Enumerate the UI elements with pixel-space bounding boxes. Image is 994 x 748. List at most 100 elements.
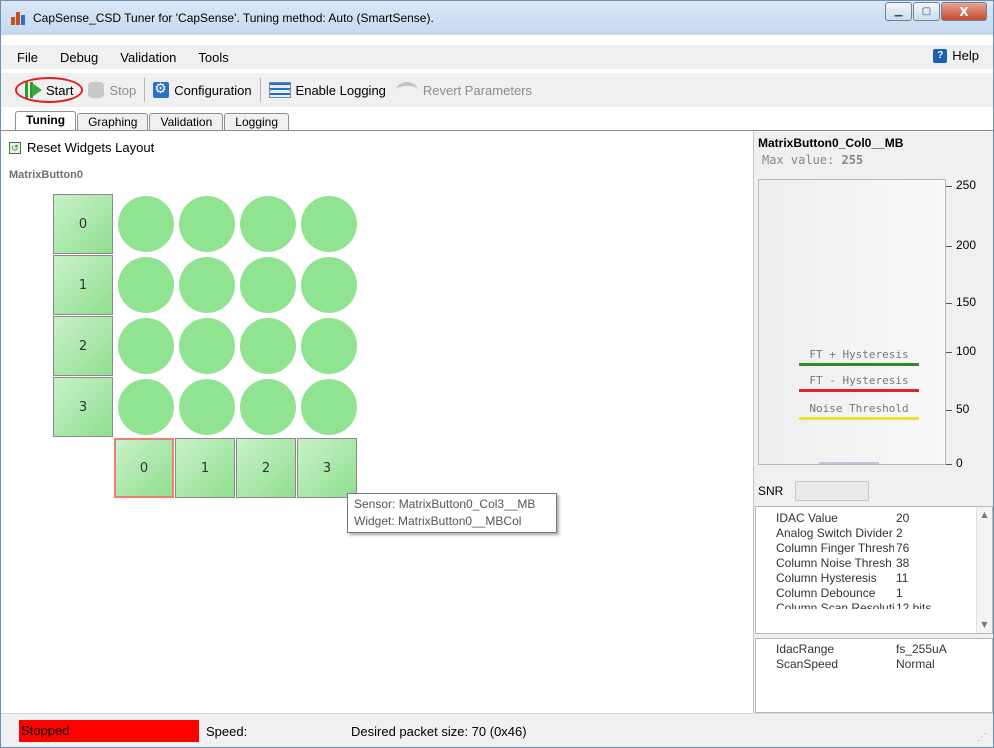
enable-logging-label: Enable Logging bbox=[295, 82, 386, 98]
stop-label: Stop bbox=[109, 82, 137, 98]
property-row[interactable]: ScanSpeed Normal bbox=[756, 657, 992, 672]
matrix-cell[interactable] bbox=[179, 196, 235, 252]
legend-label: FT - Hysteresis bbox=[809, 374, 909, 387]
tab-tuning[interactable]: Tuning bbox=[15, 111, 77, 131]
resize-grip-icon[interactable]: ⋰ bbox=[977, 732, 987, 743]
property-row[interactable]: Column Noise Thresh 38 bbox=[756, 556, 992, 571]
legend-noise-threshold: Noise Threshold bbox=[799, 402, 919, 420]
max-value-readout: Max value: 255 bbox=[762, 153, 863, 167]
axis-tick bbox=[946, 246, 952, 247]
matrix-cell[interactable] bbox=[118, 379, 174, 435]
axis-tick-label: 50 bbox=[956, 402, 970, 416]
matrix-cell[interactable] bbox=[240, 318, 296, 374]
maximize-button[interactable]: ▢ bbox=[913, 2, 940, 21]
start-button[interactable]: Start bbox=[15, 77, 84, 103]
column-button-2[interactable]: 2 bbox=[236, 438, 296, 498]
stop-button[interactable]: Stop bbox=[83, 77, 141, 103]
matrix-cell[interactable] bbox=[118, 318, 174, 374]
matrix-cell[interactable] bbox=[179, 379, 235, 435]
property-row[interactable]: Column Debounce 1 bbox=[756, 586, 992, 601]
snr-field bbox=[795, 481, 870, 501]
configuration-button[interactable]: Configuration bbox=[148, 77, 256, 103]
tuning-pane: ↺ Reset Widgets Layout MatrixButton0 0 1… bbox=[1, 131, 753, 713]
tab-strip: Tuning Graphing Validation Logging bbox=[15, 111, 290, 131]
property-row[interactable]: IDAC Value 20 bbox=[756, 511, 992, 526]
matrix-cell[interactable] bbox=[118, 257, 174, 313]
matrix-cell[interactable] bbox=[301, 196, 357, 252]
axis-tick-label: 150 bbox=[956, 295, 977, 309]
legend-line bbox=[799, 417, 919, 420]
global-properties-grid[interactable]: IdacRange fs_255uA ScanSpeed Normal bbox=[755, 638, 993, 713]
matrix-cell[interactable] bbox=[179, 257, 235, 313]
tab-graphing[interactable]: Graphing bbox=[77, 113, 149, 131]
app-window: CapSense_CSD Tuner for 'CapSense'. Tunin… bbox=[0, 0, 994, 748]
toolbar-separator bbox=[259, 78, 261, 102]
menu-file[interactable]: File bbox=[17, 50, 38, 65]
property-row[interactable]: Column Hysteresis 11 bbox=[756, 571, 992, 586]
matrix-cell[interactable] bbox=[301, 379, 357, 435]
scroll-up-icon[interactable]: ▲ bbox=[977, 507, 992, 523]
speed-label: Speed: bbox=[206, 724, 248, 739]
matrix-cell[interactable] bbox=[179, 318, 235, 374]
matrix-cell[interactable] bbox=[240, 257, 296, 313]
hand-stop-icon bbox=[88, 82, 105, 98]
snr-row: SNR bbox=[758, 481, 870, 501]
revert-parameters-label: Revert Parameters bbox=[422, 82, 532, 98]
gauge-fill bbox=[819, 462, 879, 464]
sensor-title: MatrixButton0_Col0__MB bbox=[758, 136, 904, 150]
title-bar: CapSense_CSD Tuner for 'CapSense'. Tunin… bbox=[1, 1, 993, 35]
column-button-0[interactable]: 0 bbox=[114, 438, 174, 498]
scroll-down-icon[interactable]: ▼ bbox=[977, 617, 992, 633]
enable-logging-button[interactable]: Enable Logging bbox=[264, 77, 391, 103]
axis-tick-label: 0 bbox=[956, 456, 963, 470]
axis-tick-label: 200 bbox=[956, 238, 977, 252]
tab-validation[interactable]: Validation bbox=[149, 113, 224, 131]
legend-line bbox=[799, 389, 919, 392]
axis-tick bbox=[946, 352, 952, 353]
start-label: Start bbox=[46, 82, 74, 98]
log-icon bbox=[268, 82, 291, 98]
matrix-cell[interactable] bbox=[301, 257, 357, 313]
legend-label: Noise Threshold bbox=[809, 402, 909, 415]
window-title: CapSense_CSD Tuner for 'CapSense'. Tunin… bbox=[33, 11, 434, 25]
toolbar-separator bbox=[144, 78, 146, 102]
column-button-3[interactable]: 3 bbox=[297, 438, 357, 498]
gear-icon bbox=[153, 80, 170, 98]
row-button-1[interactable]: 1 bbox=[53, 255, 113, 315]
row-button-0[interactable]: 0 bbox=[53, 194, 113, 254]
reset-widgets-layout-button[interactable]: ↺ Reset Widgets Layout bbox=[9, 140, 154, 155]
axis-tick bbox=[946, 464, 952, 465]
axis-tick bbox=[946, 303, 952, 304]
menu-debug[interactable]: Debug bbox=[60, 50, 98, 65]
minimize-button[interactable]: ▁ bbox=[885, 2, 912, 21]
connection-status: Stopped bbox=[19, 720, 199, 742]
row-button-2[interactable]: 2 bbox=[53, 316, 113, 376]
matrix-cell[interactable] bbox=[118, 196, 174, 252]
matrix-cell[interactable] bbox=[240, 196, 296, 252]
menu-validation[interactable]: Validation bbox=[120, 50, 176, 65]
menu-tools[interactable]: Tools bbox=[198, 50, 228, 65]
widget-title: MatrixButton0 bbox=[9, 169, 83, 181]
property-row[interactable]: Column Scan Resoluti 12 bits bbox=[756, 601, 992, 609]
tab-logging[interactable]: Logging bbox=[224, 113, 290, 131]
legend-label: FT + Hysteresis bbox=[809, 348, 909, 361]
help-menu[interactable]: ? Help bbox=[933, 48, 979, 63]
column-button-1[interactable]: 1 bbox=[175, 438, 235, 498]
matrix-cell[interactable] bbox=[240, 379, 296, 435]
matrix-cell[interactable] bbox=[301, 318, 357, 374]
start-icon bbox=[25, 82, 42, 98]
row-button-3[interactable]: 3 bbox=[53, 377, 113, 437]
property-row[interactable]: Column Finger Thresh 76 bbox=[756, 541, 992, 556]
toolbar: Start Stop Configuration Enable Logging … bbox=[1, 73, 993, 107]
properties-scrollbar[interactable]: ▲ ▼ bbox=[976, 507, 992, 633]
menu-bar: File Debug Validation Tools ? Help bbox=[1, 45, 993, 69]
property-row[interactable]: IdacRange fs_255uA bbox=[756, 642, 992, 657]
legend-ft-minus-hysteresis: FT - Hysteresis bbox=[799, 374, 919, 392]
sensor-properties-grid[interactable]: IDAC Value 20 Analog Switch Divider 2 Colu… bbox=[755, 506, 993, 634]
property-row[interactable]: Analog Switch Divider 2 bbox=[756, 526, 992, 541]
sensor-tooltip: Sensor: MatrixButton0_Col3__MB Widget: M… bbox=[347, 493, 557, 533]
close-button[interactable]: X bbox=[941, 2, 987, 21]
sensor-panel: MatrixButton0_Col0__MB Max value: 255 FT… bbox=[754, 131, 993, 713]
revert-parameters-button[interactable]: Revert Parameters bbox=[391, 77, 537, 103]
axis-tick-label: 250 bbox=[956, 178, 977, 192]
